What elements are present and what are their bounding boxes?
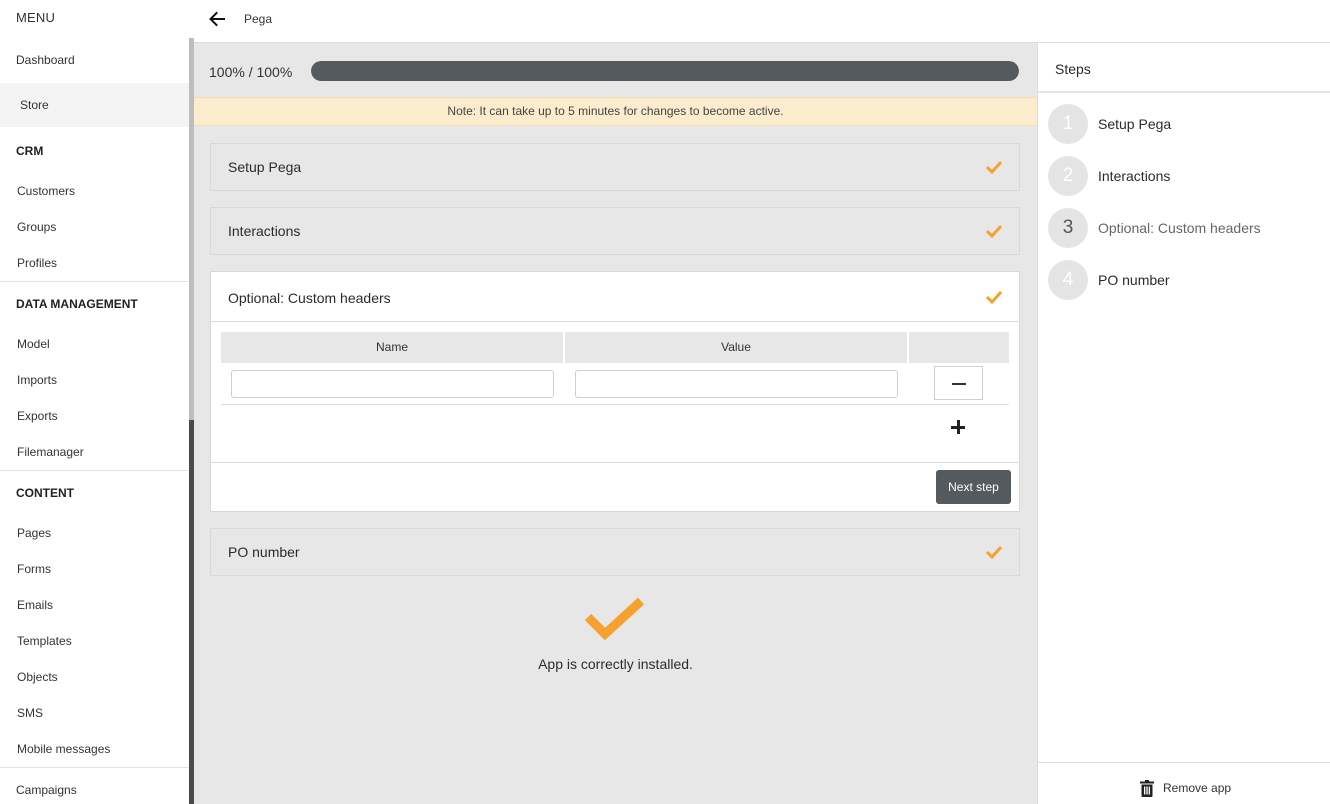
step-number-badge: 3 (1048, 208, 1088, 248)
sidebar-item-mobile-messages[interactable]: Mobile messages (17, 742, 110, 756)
card-footer-divider (211, 462, 1019, 463)
progress-bar (311, 61, 1019, 81)
step-label: PO number (1098, 272, 1170, 288)
step-label: Interactions (1098, 168, 1171, 184)
headers-table-header: Name Value (221, 332, 1009, 363)
sidebar-item-profiles[interactable]: Profiles (17, 256, 57, 270)
step-number-badge: 2 (1048, 156, 1088, 196)
steps-title: Steps (1055, 61, 1091, 77)
checkmark-icon (985, 224, 1003, 239)
remove-row-button[interactable] (934, 366, 983, 400)
sidebar-item-sms[interactable]: SMS (17, 706, 43, 720)
checkmark-icon (985, 160, 1003, 175)
sidebar: MENU Dashboard Store CRM Customers Group… (0, 0, 189, 804)
steps-item-interactions[interactable]: 2 Interactions (1048, 156, 1318, 196)
sidebar-item-campaigns[interactable]: Campaigns (16, 783, 77, 797)
steps-item-setup-pega[interactable]: 1 Setup Pega (1048, 104, 1318, 144)
section-heading-data-management: DATA MANAGEMENT (16, 297, 138, 311)
progress-bar-fill (311, 61, 1019, 81)
step-number-badge: 4 (1048, 260, 1088, 300)
arrow-left-icon[interactable] (207, 9, 227, 29)
plus-icon (956, 420, 960, 434)
sidebar-item-pages[interactable]: Pages (17, 526, 51, 540)
page-title: Pega (244, 12, 273, 26)
step-card-label: Interactions (228, 223, 301, 239)
sidebar-divider (0, 470, 189, 471)
success-message: App is correctly installed. (538, 656, 693, 672)
sidebar-item-imports[interactable]: Imports (17, 373, 57, 387)
row-divider (221, 404, 1009, 405)
steps-footer-divider (1038, 762, 1330, 763)
step-card-po-number[interactable]: PO number (210, 528, 1020, 576)
step-card-interactions[interactable]: Interactions (210, 207, 1020, 255)
checkmark-icon (985, 545, 1003, 560)
step-label: Setup Pega (1098, 116, 1172, 132)
steps-item-custom-headers[interactable]: 3 Optional: Custom headers (1048, 208, 1318, 248)
menu-title: MENU (16, 10, 56, 25)
checkmark-icon (985, 290, 1003, 305)
sidebar-item-groups[interactable]: Groups (17, 220, 56, 234)
sidebar-item-emails[interactable]: Emails (17, 598, 53, 612)
trash-icon (1140, 780, 1154, 797)
sidebar-divider (0, 281, 189, 282)
sidebar-item-customers[interactable]: Customers (17, 184, 75, 198)
sidebar-item-templates[interactable]: Templates (17, 634, 72, 648)
step-card-setup-pega[interactable]: Setup Pega (210, 143, 1020, 191)
column-divider (907, 332, 909, 363)
sidebar-item-forms[interactable]: Forms (17, 562, 51, 576)
next-step-button[interactable]: Next step (936, 470, 1011, 504)
header-name-input[interactable] (231, 370, 554, 398)
progress-label: 100% / 100% (209, 64, 293, 80)
step-card-label: Setup Pega (228, 159, 302, 175)
sidebar-item-filemanager[interactable]: Filemanager (17, 445, 84, 459)
step-number-badge: 1 (1048, 104, 1088, 144)
section-heading-content: CONTENT (16, 486, 74, 500)
minus-icon (952, 383, 966, 385)
note-banner: Note: It can take up to 5 minutes for ch… (194, 97, 1037, 126)
step-card-custom-headers: Optional: Custom headers Name Value Next… (210, 271, 1020, 512)
remove-app-label: Remove app (1163, 781, 1232, 795)
sidebar-item-model[interactable]: Model (17, 337, 50, 351)
sidebar-item-dashboard[interactable]: Dashboard (0, 38, 189, 82)
sidebar-item-store[interactable]: Store (0, 83, 189, 127)
sidebar-item-objects[interactable]: Objects (17, 670, 58, 684)
steps-divider (1038, 91, 1330, 93)
section-heading-crm: CRM (16, 144, 44, 158)
main-content: 100% / 100% Note: It can take up to 5 mi… (194, 43, 1037, 804)
column-header-name: Name (375, 340, 408, 354)
step-card-label: PO number (228, 544, 300, 560)
add-row-button[interactable] (946, 415, 970, 439)
header-value-input[interactable] (575, 370, 898, 398)
steps-panel: Steps 1 Setup Pega 2 Interactions 3 Opti… (1037, 43, 1330, 804)
step-label: Optional: Custom headers (1098, 220, 1261, 236)
sidebar-divider (0, 767, 189, 768)
steps-item-po-number[interactable]: 4 PO number (1048, 260, 1318, 300)
column-header-value: Value (721, 340, 751, 354)
success-checkmark-icon (584, 597, 645, 641)
card-header-divider (211, 321, 1019, 322)
top-bar: Pega (194, 0, 1330, 43)
step-card-label[interactable]: Optional: Custom headers (228, 290, 391, 306)
sidebar-item-exports[interactable]: Exports (17, 409, 58, 423)
